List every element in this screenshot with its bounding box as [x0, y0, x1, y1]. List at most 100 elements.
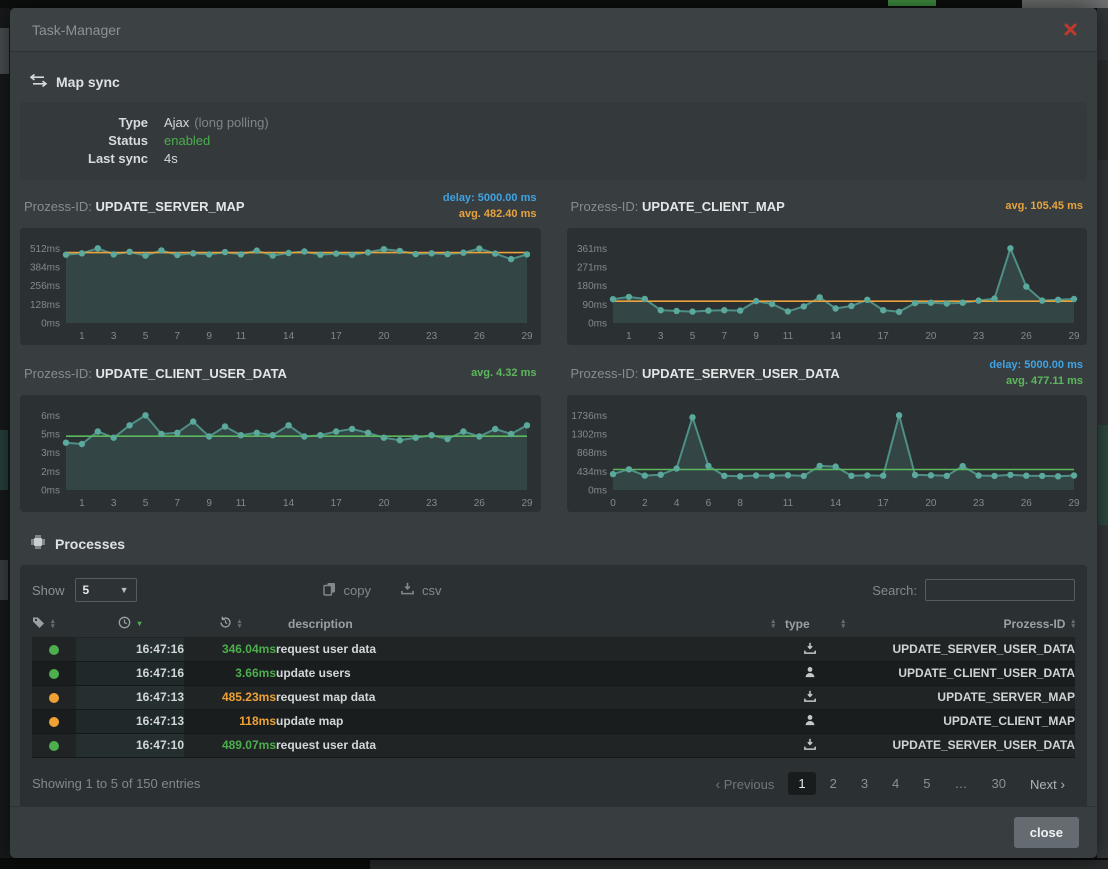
download-icon: [804, 691, 816, 705]
modal-title: Task-Manager: [32, 22, 121, 38]
svg-text:512ms: 512ms: [30, 244, 60, 255]
table-row[interactable]: 16:47:16346.04msrequest user dataUPDATE_…: [32, 637, 1075, 661]
chart-panel: 0ms90ms180ms271ms361ms135791114172023262…: [567, 228, 1088, 345]
svg-text:11: 11: [782, 498, 793, 509]
description-cell: update map: [276, 709, 775, 733]
background-left-widget: [0, 430, 8, 490]
svg-text:3: 3: [657, 331, 663, 342]
status-value: enabled: [164, 132, 210, 150]
chart-panel: 0ms128ms256ms384ms512ms13579111417202326…: [20, 228, 541, 345]
time-cell: 16:47:16: [76, 637, 184, 661]
pagination-previous[interactable]: ‹ Previous: [705, 772, 784, 796]
pagination-page-2[interactable]: 2: [820, 772, 847, 795]
table-row[interactable]: 16:47:10489.07msrequest user dataUPDATE_…: [32, 733, 1075, 757]
svg-text:868ms: 868ms: [576, 448, 606, 459]
svg-text:26: 26: [474, 498, 486, 509]
close-icon[interactable]: [1064, 23, 1077, 36]
column-header-status[interactable]: ▴▾: [32, 611, 76, 637]
chevron-right-icon: ›: [1060, 776, 1065, 792]
column-header-type[interactable]: type ▴▾: [775, 611, 845, 637]
sort-icon[interactable]: ▴▾: [841, 619, 845, 629]
swap-arrows-icon: [30, 74, 47, 90]
table-footer: Showing 1 to 5 of 150 entries ‹ Previous…: [32, 772, 1075, 796]
clock-icon: [118, 616, 131, 632]
search-input[interactable]: [925, 579, 1075, 601]
table-row[interactable]: 16:47:13118msupdate mapUPDATE_CLIENT_MAP: [32, 709, 1075, 733]
sort-desc-active-icon[interactable]: ▾: [137, 619, 141, 628]
time-cell: 16:47:16: [76, 661, 184, 685]
chart-panel: 0ms2ms3ms5ms6ms1357911141720232629: [20, 395, 541, 512]
pagination-page-3[interactable]: 3: [851, 772, 878, 795]
column-header-duration[interactable]: ▴▾: [184, 611, 276, 637]
chart-block-update_server_user_data: Prozess-ID: UPDATE_SERVER_USER_DATAdelay…: [567, 351, 1088, 512]
processes-panel: Show 5 ▼: [20, 565, 1087, 806]
pagination-page-5[interactable]: 5: [913, 772, 940, 795]
pagination-page-30[interactable]: 30: [982, 772, 1016, 795]
svg-text:29: 29: [1068, 331, 1080, 342]
description-header-label: description: [288, 617, 353, 631]
pagination-page-1[interactable]: 1: [788, 772, 815, 795]
background-top-green-segment: [888, 0, 936, 6]
column-header-description[interactable]: description ▴▾: [276, 611, 775, 637]
time-cell: 16:47:10: [76, 733, 184, 757]
svg-text:8: 8: [737, 498, 743, 509]
table-row[interactable]: 16:47:163.66msupdate usersUPDATE_CLIENT_…: [32, 661, 1075, 685]
info-value: Ajax(long polling): [164, 114, 269, 132]
download-icon: [401, 582, 414, 598]
close-button[interactable]: close: [1014, 817, 1079, 848]
svg-text:9: 9: [206, 331, 212, 342]
prozess-id-cell: UPDATE_SERVER_USER_DATA: [845, 637, 1075, 661]
delay-badge: delay: 5000.00 ms: [443, 190, 537, 206]
svg-text:11: 11: [236, 498, 247, 509]
csv-button[interactable]: csv: [401, 582, 442, 599]
status-dot: [49, 693, 59, 703]
duration-cell: 118ms: [184, 709, 276, 733]
svg-text:1: 1: [79, 498, 85, 509]
duration-cell: 3.66ms: [184, 661, 276, 685]
svg-text:23: 23: [426, 498, 438, 509]
user-icon: [804, 667, 816, 681]
svg-text:384ms: 384ms: [30, 263, 60, 274]
info-label: Type: [36, 114, 148, 132]
svg-text:17: 17: [331, 498, 343, 509]
modal-header: Task-Manager: [10, 8, 1097, 52]
svg-text:14: 14: [830, 498, 842, 509]
svg-text:17: 17: [877, 498, 889, 509]
chart-title: Prozess-ID: UPDATE_CLIENT_MAP: [571, 199, 785, 214]
history-icon: [219, 616, 232, 632]
tag-icon: [32, 616, 45, 632]
modal-footer: close: [10, 806, 1097, 858]
pagination-page-4[interactable]: 4: [882, 772, 909, 795]
prozess-id-cell: UPDATE_CLIENT_USER_DATA: [845, 661, 1075, 685]
pagination: ‹ Previous12345…30Next ›: [705, 772, 1075, 796]
chevron-left-icon: ‹: [715, 776, 720, 792]
svg-text:14: 14: [283, 331, 295, 342]
table-row[interactable]: 16:47:13485.23msrequest map dataUPDATE_S…: [32, 685, 1075, 709]
prozess-id-label: Prozess-ID:: [571, 199, 639, 214]
background-top-bar: [0, 0, 1108, 8]
background-top-gray-segment: [1022, 0, 1108, 8]
chart-title: Prozess-ID: UPDATE_SERVER_USER_DATA: [571, 366, 840, 381]
svg-text:20: 20: [378, 498, 390, 509]
table-controls: Show 5 ▼: [32, 575, 1075, 605]
chart-block-update_client_map: Prozess-ID: UPDATE_CLIENT_MAPavg. 105.45…: [567, 184, 1088, 345]
column-header-time[interactable]: ▾: [76, 611, 184, 637]
sort-icon[interactable]: ▴▾: [238, 619, 242, 629]
status-dot: [49, 669, 59, 679]
column-header-prozess-id[interactable]: Prozess-ID ▴▾: [845, 611, 1075, 637]
show-entries-select[interactable]: 5 ▼: [75, 578, 137, 602]
duration-cell: 346.04ms: [184, 637, 276, 661]
chart-title: Prozess-ID: UPDATE_SERVER_MAP: [24, 199, 245, 214]
pagination-next[interactable]: Next ›: [1020, 772, 1075, 796]
duration-cell: 485.23ms: [184, 685, 276, 709]
modal-body: Map sync Type Ajax(long polling) Status …: [10, 52, 1097, 806]
sort-icon[interactable]: ▴▾: [1071, 619, 1075, 629]
download-icon: [804, 739, 816, 753]
description-cell: request user data: [276, 733, 775, 757]
sort-icon[interactable]: ▴▾: [51, 619, 55, 629]
copy-icon: [323, 582, 336, 599]
copy-button[interactable]: copy: [323, 582, 371, 599]
prozess-name: UPDATE_SERVER_USER_DATA: [642, 366, 840, 381]
info-row-type: Type Ajax(long polling): [36, 114, 1071, 132]
sort-icon[interactable]: ▴▾: [771, 619, 775, 629]
